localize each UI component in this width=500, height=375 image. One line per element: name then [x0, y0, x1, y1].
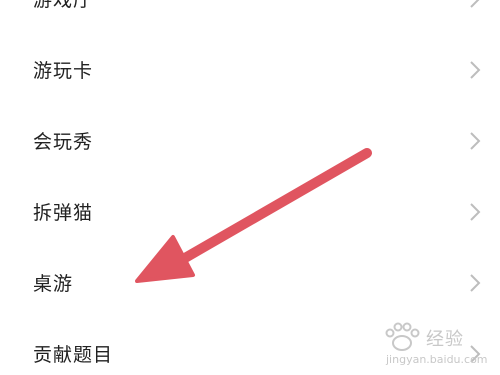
menu-item-label: 会玩秀 [33, 131, 94, 153]
menu-item-board-games[interactable]: 桌游 [0, 247, 500, 318]
menu-item-label: 拆弹猫 [33, 202, 94, 224]
chevron-right-icon [470, 344, 481, 363]
menu-item-contribute-questions[interactable]: 贡献题目 [0, 318, 500, 375]
chevron-right-icon [470, 273, 481, 292]
menu-item-game-hall[interactable]: 游戏厅 [0, 0, 500, 34]
settings-screen: 游戏厅 游玩卡 会玩秀 拆弹猫 桌游 贡献题目 经验 jingyan.baidu… [0, 0, 500, 375]
menu-item-bomb-cat[interactable]: 拆弹猫 [0, 176, 500, 247]
menu-item-play-show[interactable]: 会玩秀 [0, 105, 500, 176]
chevron-right-icon [470, 60, 481, 79]
menu-item-play-card[interactable]: 游玩卡 [0, 34, 500, 105]
chevron-right-icon [470, 131, 481, 150]
menu-item-label: 贡献题目 [33, 344, 114, 366]
menu-item-label: 游戏厅 [33, 0, 94, 11]
chevron-right-icon [470, 0, 479, 8]
menu-item-label: 游玩卡 [33, 60, 94, 82]
menu-item-label: 桌游 [33, 273, 74, 295]
menu-list: 游戏厅 游玩卡 会玩秀 拆弹猫 桌游 贡献题目 [0, 0, 500, 375]
chevron-right-icon [470, 202, 481, 221]
